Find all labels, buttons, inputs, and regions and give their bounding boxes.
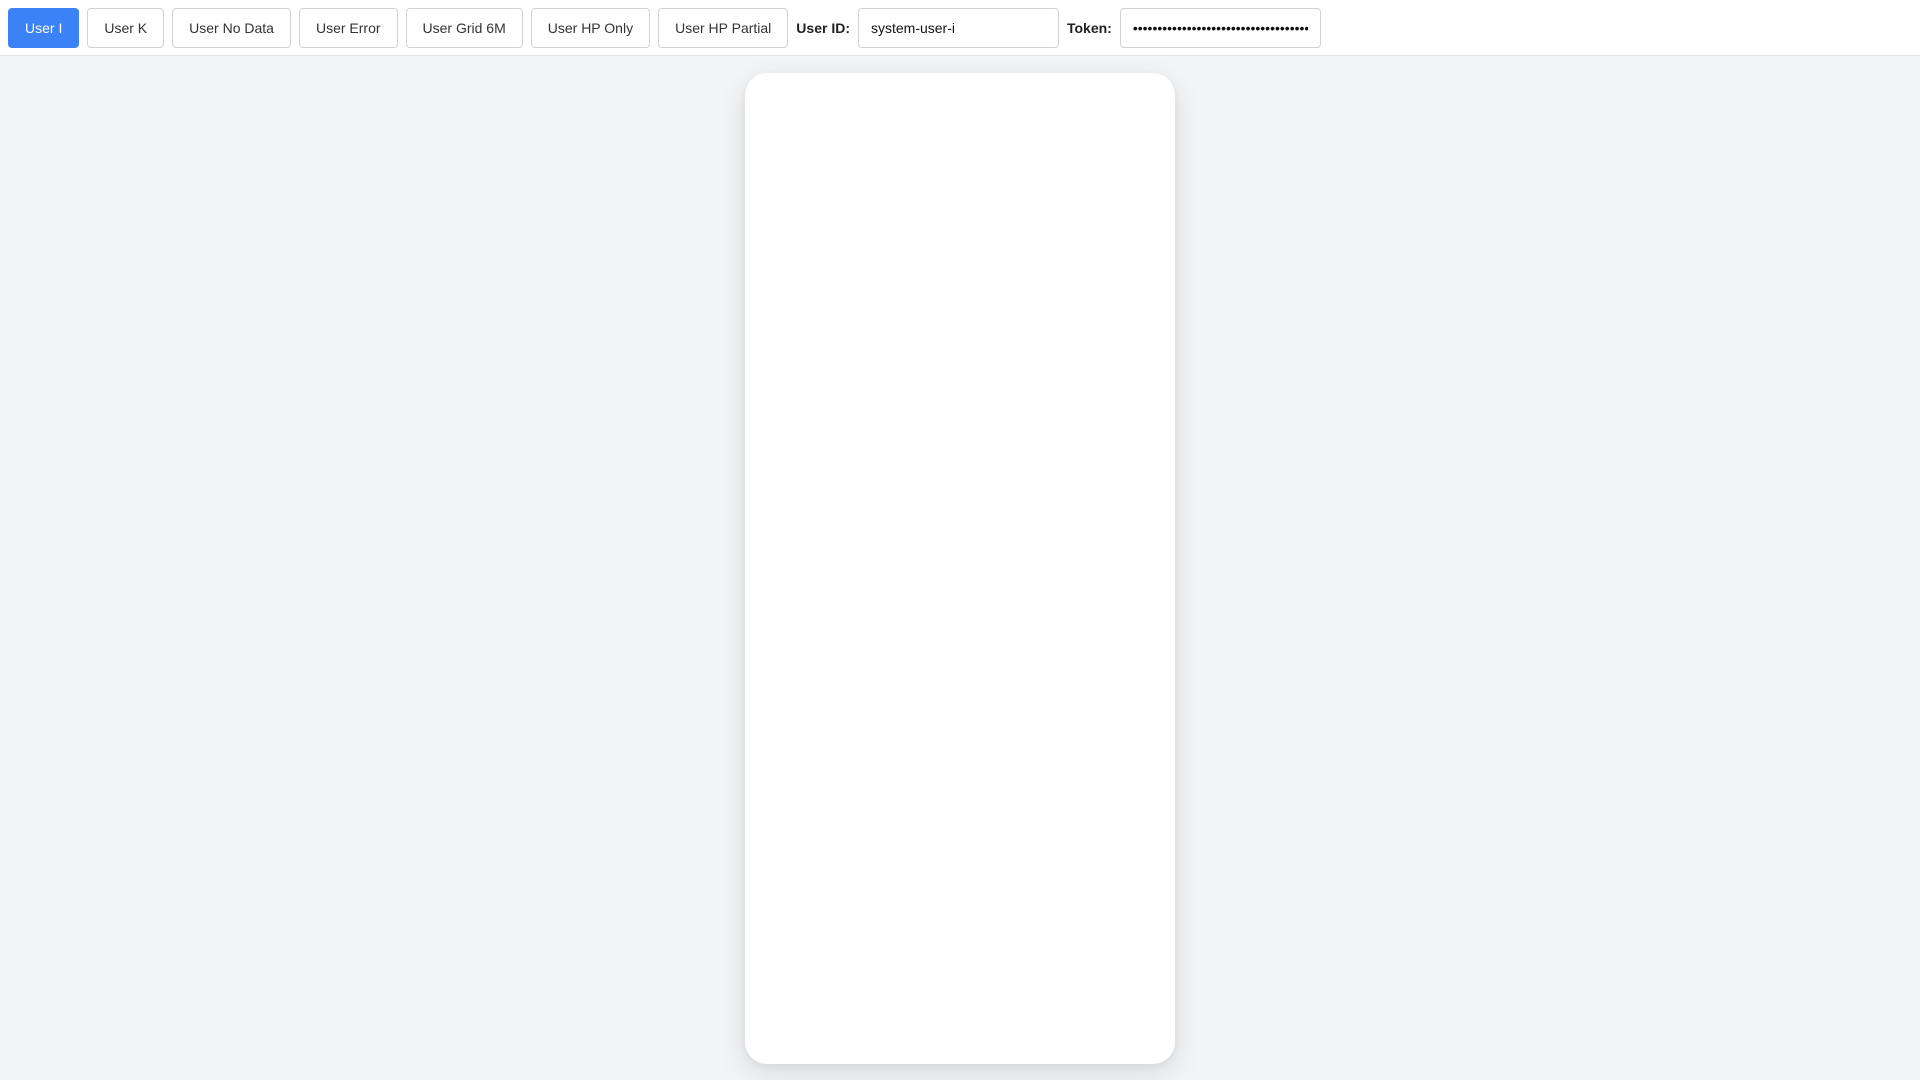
user-hp-partial-button[interactable]: User HP Partial — [658, 7, 789, 48]
user-i-button[interactable]: User I — [8, 7, 80, 48]
top-toolbar: User I User K User No Data User Error Us… — [0, 0, 1920, 56]
app-preview-frame — [745, 73, 1175, 1064]
token-input[interactable] — [1119, 7, 1321, 48]
user-no-data-button[interactable]: User No Data — [172, 7, 291, 48]
token-label: Token: — [1066, 19, 1112, 36]
user-k-button[interactable]: User K — [87, 7, 165, 48]
user-id-input[interactable] — [857, 7, 1059, 48]
user-hp-only-button[interactable]: User HP Only — [530, 7, 651, 48]
user-id-label: User ID: — [796, 19, 850, 36]
user-grid-6m-button[interactable]: User Grid 6M — [405, 7, 523, 48]
user-error-button[interactable]: User Error — [298, 7, 398, 48]
